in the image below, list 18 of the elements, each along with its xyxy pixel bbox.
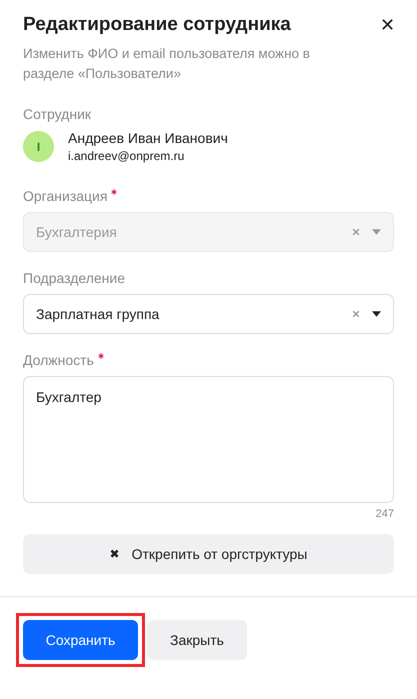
employee-email: i.andreev@onprem.ru — [68, 149, 186, 163]
avatar: I — [23, 131, 54, 162]
field-label: Подразделение — [23, 270, 126, 286]
character-counter: 247 — [376, 508, 394, 520]
unpin-button[interactable]: ✖ Открепить от оргструктуры — [23, 534, 394, 574]
close-button[interactable]: ✕ — [380, 14, 395, 36]
hint-text: Изменить ФИО и email пользователя можно в разделе «Пользователи» — [23, 45, 311, 83]
select-field[interactable]: Зарплатная группа — [23, 294, 394, 334]
dialog-title: Редактирование сотрудника — [23, 14, 291, 36]
close-dialog-button[interactable]: Закрыть — [147, 620, 247, 660]
field-label: Организация — [23, 188, 108, 204]
save-button[interactable]: Сохранить — [23, 620, 138, 660]
employee-name: Андреев Иван Иванович — [68, 130, 228, 146]
clear-icon[interactable] — [352, 310, 360, 318]
caret-icon[interactable] — [372, 311, 381, 317]
field-label: Должность — [23, 352, 94, 368]
text-area[interactable]: Бухгалтер — [23, 376, 394, 503]
field-label: Сотрудник — [23, 106, 92, 122]
